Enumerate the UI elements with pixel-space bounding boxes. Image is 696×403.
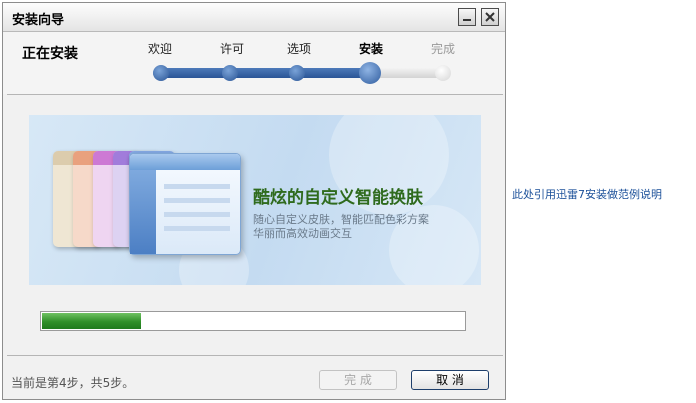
step-dot-license — [222, 65, 238, 81]
stage-title: 正在安装 — [22, 46, 78, 62]
banner-subtext: 随心自定义皮肤，智能匹配色彩方案 华丽而高效动画交互 — [253, 213, 429, 241]
cancel-button[interactable]: 取 消 — [411, 370, 489, 390]
close-button[interactable] — [481, 8, 499, 26]
step-label-license: 许可 — [219, 42, 244, 56]
step-dot-install — [359, 62, 381, 84]
header-divider — [7, 94, 503, 95]
minimize-icon — [463, 19, 471, 21]
window-title: 安装向导 — [12, 13, 65, 28]
step-label-finish: 完成 — [430, 42, 455, 56]
side-note: 此处引用迅雷7安装做范例说明 — [512, 188, 662, 201]
wizard-header: 正在安装 欢迎 许可 选项 安装 完成 — [3, 32, 505, 94]
install-progress-fill — [42, 313, 141, 329]
setup-wizard-window: 安装向导 正在安装 欢迎 许可 选项 安装 完成 酷炫的自定义智能换肤 随心自定… — [2, 2, 506, 400]
title-bar[interactable]: 安装向导 — [3, 3, 505, 32]
step-label-welcome: 欢迎 — [147, 42, 172, 56]
banner-headline: 酷炫的自定义智能换肤 — [253, 188, 423, 208]
footer-divider — [7, 355, 503, 356]
step-dot-welcome — [153, 65, 169, 81]
step-label-options: 选项 — [286, 42, 311, 56]
close-icon — [485, 12, 495, 22]
step-track-completed — [153, 68, 369, 78]
step-dot-options — [289, 65, 305, 81]
step-status-text: 当前是第4步，共5步。 — [11, 376, 135, 390]
finish-button[interactable]: 完 成 — [319, 370, 397, 390]
install-progress-bar — [40, 311, 466, 331]
step-dot-finish — [435, 65, 451, 81]
banner-subtext-line1: 随心自定义皮肤，智能匹配色彩方案 — [253, 213, 429, 226]
minimize-button[interactable] — [458, 8, 476, 26]
feature-banner: 酷炫的自定义智能换肤 随心自定义皮肤，智能匹配色彩方案 华丽而高效动画交互 — [29, 115, 481, 285]
skin-preview-main-window — [129, 153, 241, 255]
step-label-install: 安装 — [358, 42, 383, 56]
banner-subtext-line2: 华丽而高效动画交互 — [253, 227, 352, 240]
